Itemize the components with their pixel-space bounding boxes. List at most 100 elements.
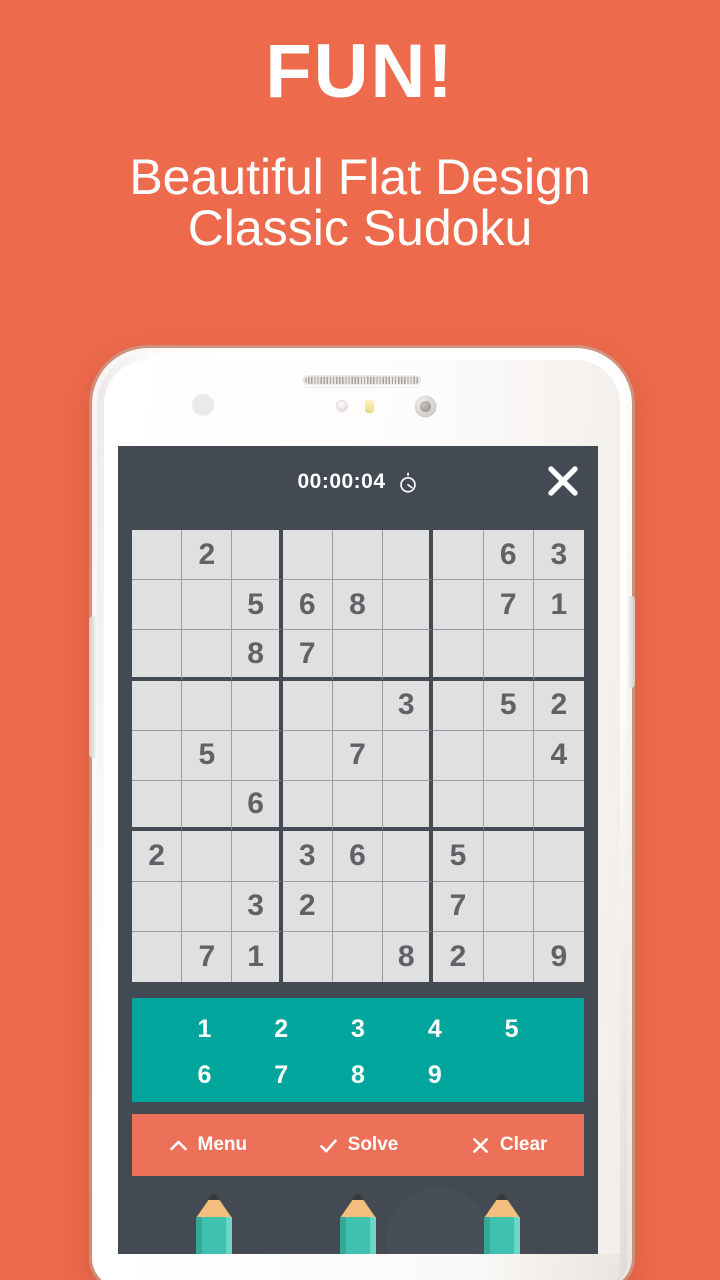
sudoku-cell-r6c7[interactable] [433, 781, 484, 832]
sudoku-cell-r3c9[interactable] [533, 630, 584, 681]
sudoku-cell-r2c7[interactable] [433, 580, 484, 631]
sudoku-cell-r5c9[interactable]: 4 [533, 730, 584, 782]
sudoku-cell-r6c5[interactable] [332, 781, 384, 832]
sudoku-cell-r8c1[interactable] [132, 881, 183, 932]
sudoku-cell-r4c1[interactable] [132, 680, 183, 731]
sudoku-cell-r9c5[interactable] [332, 931, 384, 982]
sudoku-cell-r1c1[interactable] [132, 530, 183, 581]
volume-button[interactable] [89, 616, 96, 758]
power-button[interactable] [628, 596, 635, 688]
sudoku-cell-r7c9[interactable] [533, 831, 584, 882]
sudoku-cell-r2c1[interactable] [132, 580, 183, 631]
sudoku-cell-r3c7[interactable] [433, 630, 484, 681]
sudoku-cell-r2c9[interactable]: 1 [533, 580, 584, 631]
sudoku-cell-r1c3[interactable] [232, 530, 283, 581]
sudoku-cell-r8c7[interactable]: 7 [433, 881, 484, 932]
sudoku-cell-r5c2[interactable]: 5 [182, 730, 233, 782]
close-button[interactable] [540, 458, 586, 504]
number-pad-row-1[interactable]: 12345 [132, 1006, 584, 1052]
sudoku-cell-r7c7[interactable]: 5 [433, 831, 484, 882]
sudoku-cell-r4c5[interactable] [332, 680, 384, 731]
menu-button[interactable]: Menu [132, 1134, 283, 1156]
sudoku-cell-r3c5[interactable] [332, 630, 384, 681]
sudoku-cell-r2c8[interactable]: 7 [483, 580, 534, 631]
numpad-key-7[interactable]: 7 [243, 1061, 320, 1090]
sudoku-cell-r2c5[interactable]: 8 [332, 580, 384, 631]
sudoku-cell-r6c4[interactable] [282, 781, 333, 832]
numpad-key-8[interactable]: 8 [320, 1061, 397, 1090]
sudoku-cell-r7c2[interactable] [182, 831, 233, 882]
sudoku-cell-r9c2[interactable]: 7 [182, 931, 233, 982]
sudoku-cell-r9c1[interactable] [132, 931, 183, 982]
sudoku-cell-r2c4[interactable]: 6 [282, 580, 333, 631]
sudoku-cell-r6c6[interactable] [383, 781, 434, 832]
sudoku-cell-r6c9[interactable] [533, 781, 584, 832]
sudoku-cell-r2c2[interactable] [182, 580, 233, 631]
sudoku-cell-r9c3[interactable]: 1 [232, 931, 283, 982]
sudoku-cell-r5c1[interactable] [132, 730, 183, 782]
number-pad[interactable]: 12345 6789 [132, 998, 584, 1102]
sudoku-cell-r8c8[interactable] [483, 881, 534, 932]
sudoku-cell-r5c4[interactable] [282, 730, 333, 782]
sudoku-cell-r5c7[interactable] [433, 730, 484, 782]
sudoku-cell-r1c5[interactable] [332, 530, 384, 581]
sudoku-grid[interactable]: 26356871873525746236532771829 [132, 530, 584, 982]
sudoku-cell-r3c4[interactable]: 7 [282, 630, 333, 681]
sudoku-cell-r1c9[interactable]: 3 [533, 530, 584, 581]
numpad-key-2[interactable]: 2 [243, 1015, 320, 1044]
sudoku-cell-r4c6[interactable]: 3 [383, 680, 434, 731]
sudoku-cell-r9c7[interactable]: 2 [433, 931, 484, 982]
sudoku-cell-r6c3[interactable]: 6 [232, 781, 283, 832]
sudoku-cell-r8c5[interactable] [332, 881, 384, 932]
sudoku-cell-r8c6[interactable] [383, 881, 434, 932]
sudoku-cell-r4c2[interactable] [182, 680, 233, 731]
numpad-key-5[interactable]: 5 [473, 1015, 550, 1044]
sudoku-cell-r6c2[interactable] [182, 781, 233, 832]
sudoku-cell-r1c7[interactable] [433, 530, 484, 581]
sudoku-cell-r9c6[interactable]: 8 [383, 931, 434, 982]
sudoku-cell-r5c8[interactable] [483, 730, 534, 782]
sudoku-cell-r6c1[interactable] [132, 781, 183, 832]
sudoku-cell-r4c4[interactable] [282, 680, 333, 731]
sudoku-cell-r1c6[interactable] [383, 530, 434, 581]
sudoku-cell-r5c6[interactable] [383, 730, 434, 782]
sudoku-cell-r8c2[interactable] [182, 881, 233, 932]
sudoku-cell-r7c1[interactable]: 2 [132, 831, 183, 882]
numpad-key-1[interactable]: 1 [166, 1015, 243, 1044]
sudoku-cell-r2c3[interactable]: 5 [232, 580, 283, 631]
sudoku-cell-r4c9[interactable]: 2 [533, 680, 584, 731]
sudoku-cell-r8c4[interactable]: 2 [282, 881, 333, 932]
sudoku-cell-r4c3[interactable] [232, 680, 283, 731]
sudoku-cell-r5c5[interactable]: 7 [332, 730, 384, 782]
sudoku-cell-r3c8[interactable] [483, 630, 534, 681]
sudoku-cell-r1c4[interactable] [282, 530, 333, 581]
sudoku-cell-r3c1[interactable] [132, 630, 183, 681]
clear-button[interactable]: Clear [433, 1134, 584, 1156]
sudoku-cell-r6c8[interactable] [483, 781, 534, 832]
sudoku-cell-r7c5[interactable]: 6 [332, 831, 384, 882]
sudoku-cell-r7c3[interactable] [232, 831, 283, 882]
sudoku-cell-r8c3[interactable]: 3 [232, 881, 283, 932]
sudoku-cell-r1c2[interactable]: 2 [182, 530, 233, 581]
sudoku-cell-r3c2[interactable] [182, 630, 233, 681]
sudoku-cell-r1c8[interactable]: 6 [483, 530, 534, 581]
sudoku-cell-r3c3[interactable]: 8 [232, 630, 283, 681]
solve-button[interactable]: Solve [283, 1134, 434, 1156]
numpad-key-6[interactable]: 6 [166, 1061, 243, 1090]
sudoku-cell-r7c8[interactable] [483, 831, 534, 882]
sudoku-cell-r9c9[interactable]: 9 [533, 931, 584, 982]
sudoku-cell-r8c9[interactable] [533, 881, 584, 932]
numpad-key-9[interactable]: 9 [396, 1061, 473, 1090]
sudoku-cell-r3c6[interactable] [383, 630, 434, 681]
sudoku-cell-r2c6[interactable] [383, 580, 434, 631]
sudoku-cell-r4c8[interactable]: 5 [483, 680, 534, 731]
sudoku-cell-r4c7[interactable] [433, 680, 484, 731]
numpad-key-3[interactable]: 3 [320, 1015, 397, 1044]
sudoku-cell-r5c3[interactable] [232, 730, 283, 782]
sudoku-cell-r7c6[interactable] [383, 831, 434, 882]
number-pad-row-2[interactable]: 6789 [132, 1052, 584, 1098]
sudoku-cell-r7c4[interactable]: 3 [282, 831, 333, 882]
action-bar[interactable]: Menu Solve Clear [132, 1114, 584, 1176]
sudoku-cell-r9c8[interactable] [483, 931, 534, 982]
numpad-key-4[interactable]: 4 [396, 1015, 473, 1044]
